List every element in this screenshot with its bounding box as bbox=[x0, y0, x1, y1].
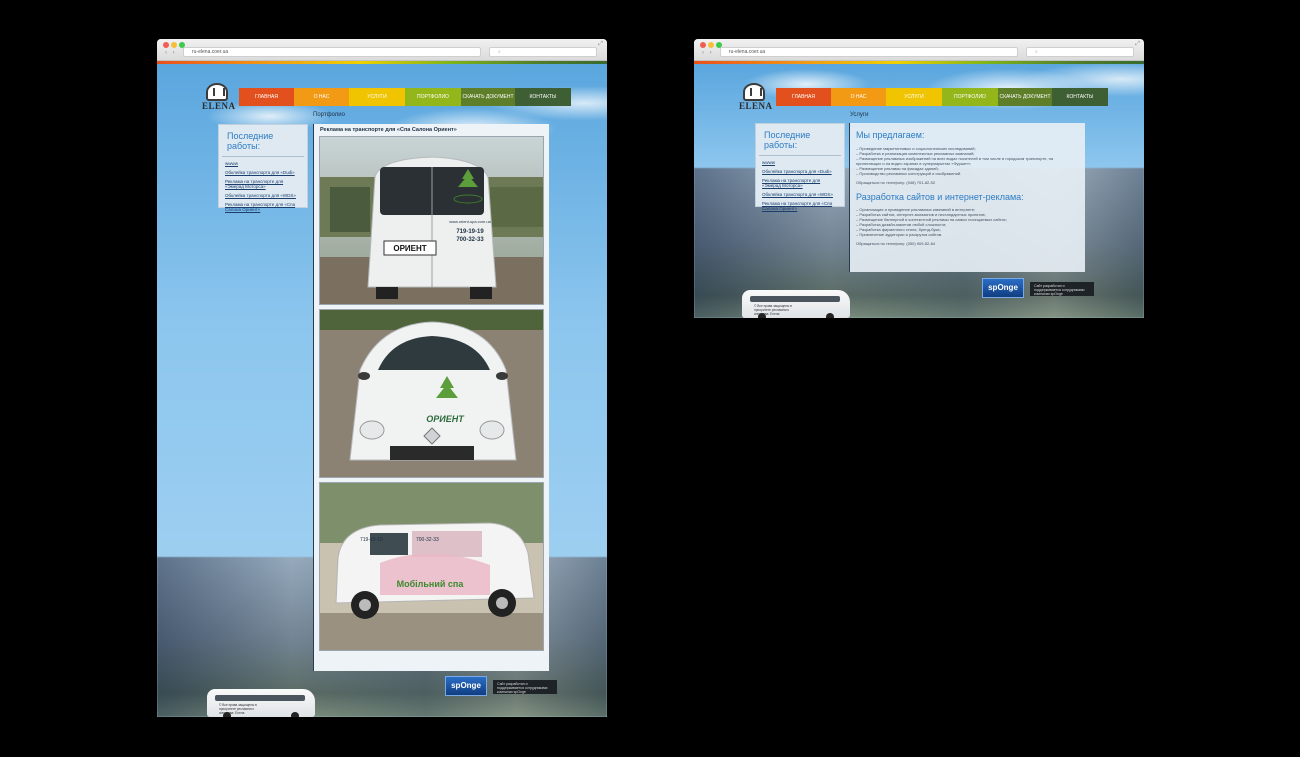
portfolio-content: Реклама на транспорте для «Спа Салона Ор… bbox=[313, 124, 549, 671]
browser-window-services: ‹ › ru-elena.coer.ua ⌕ ⤢ ELENA Главная О… bbox=[694, 39, 1144, 318]
sidebar-item[interactable]: wwww bbox=[762, 160, 838, 165]
article-title: Реклама на транспорте для «Спа Салона Ор… bbox=[320, 127, 457, 133]
sidebar-item[interactable]: Обклейка транспорта для «WDS» bbox=[762, 192, 838, 197]
sidebar-recent-works: Последние работы: wwww Обклейка транспор… bbox=[218, 124, 308, 212]
page-title: Услуги bbox=[850, 112, 869, 118]
sidebar-recent-works: Последние работы: wwww Обклейка транспор… bbox=[755, 123, 845, 211]
menu-item-contacts[interactable]: Контакты bbox=[515, 88, 571, 106]
sponge-logo[interactable]: spOnge bbox=[445, 676, 487, 696]
browser-window-portfolio: ‹ › ru-elena.coer.ua ⌕ ⤢ ELENA Главная О… bbox=[157, 39, 607, 717]
search-field[interactable]: ⌕ bbox=[489, 47, 597, 57]
menu-item-about[interactable]: О нас bbox=[294, 88, 349, 106]
menu-item-services[interactable]: Услуги bbox=[349, 88, 405, 106]
sidebar-item[interactable]: wwww bbox=[225, 161, 301, 166]
menu-item-portfolio[interactable]: Портфолио bbox=[405, 88, 461, 106]
phone-line-2: 700-32-33 bbox=[456, 237, 484, 243]
fullscreen-icon[interactable]: ⤢ bbox=[1135, 41, 1140, 48]
menu-item-contacts[interactable]: Контакты bbox=[1052, 88, 1108, 106]
menu-item-documents[interactable]: Скачать документ bbox=[998, 88, 1052, 106]
site-logo[interactable]: ELENA bbox=[739, 83, 773, 111]
sidebar-item[interactable]: Обклейка транспорта для «Dudi» bbox=[225, 170, 301, 175]
logo-text: ELENA bbox=[739, 101, 773, 111]
sidebar-item[interactable]: Обклейка транспорта для «Dudi» bbox=[762, 169, 838, 174]
developer-note: Сайт разработан и поддерживается сотрудн… bbox=[493, 680, 557, 694]
bus-illustration: © Все права защищены в приоритете реклам… bbox=[742, 290, 850, 318]
contact-phone: Обращаться по телефону: (050) 909-52-84 bbox=[856, 241, 936, 246]
search-field[interactable]: ⌕ bbox=[1026, 47, 1134, 57]
page-title: Портфолио bbox=[313, 112, 345, 118]
menu-item-documents[interactable]: Скачать документ bbox=[461, 88, 515, 106]
site-text: www.orient-spa.com.ua bbox=[449, 219, 491, 224]
copyright-text: © Все права защищены в приоритете реклам… bbox=[219, 703, 257, 715]
portfolio-photo-side[interactable]: 719-19-19 700-32-33 Мобільний спа bbox=[319, 482, 544, 651]
phone-line-1: 719-19-19 bbox=[456, 229, 484, 235]
section-heading: Мы предлагаем: bbox=[856, 130, 925, 140]
phone-line-2: 700-32-33 bbox=[416, 537, 439, 543]
browser-toolbar: ‹ › ru-elena.coer.ua ⌕ ⤢ bbox=[694, 39, 1144, 61]
site-logo[interactable]: ELENA bbox=[202, 83, 236, 111]
plate-text: ОРИЕНТ bbox=[393, 244, 426, 253]
minimize-window-button[interactable] bbox=[171, 42, 177, 48]
sidebar-title: Последние работы: bbox=[759, 124, 841, 156]
close-window-button[interactable] bbox=[700, 42, 706, 48]
sidebar-title: Последние работы: bbox=[222, 125, 304, 157]
logo-emblem-icon bbox=[206, 83, 228, 101]
address-bar[interactable]: ru-elena.coer.ua bbox=[720, 47, 1018, 57]
section-heading: Разработка сайтов и интернет-реклама: bbox=[856, 192, 1024, 202]
sidebar-item[interactable]: Реклама на транспорте для «Спа Салона Ор… bbox=[762, 201, 838, 211]
bus-illustration: © Все права защищены в приоритете реклам… bbox=[207, 689, 315, 717]
main-menu: Главная О нас Услуги Портфолио Скачать д… bbox=[239, 88, 571, 106]
copyright-text: © Все права защищены в приоритете реклам… bbox=[754, 304, 792, 316]
sidebar-item[interactable]: Реклама на транспорте для «Эмерад Моторс… bbox=[225, 179, 301, 189]
developer-note: Сайт разработан и поддерживается сотрудн… bbox=[1030, 282, 1094, 296]
sidebar-item[interactable]: Реклама на транспорте для «Спа Салона Ор… bbox=[225, 202, 301, 212]
browser-toolbar: ‹ › ru-elena.coer.ua ⌕ ⤢ bbox=[157, 39, 607, 61]
sidebar-item[interactable]: Обклейка транспорта для «WDS» bbox=[225, 193, 301, 198]
minimize-window-button[interactable] bbox=[708, 42, 714, 48]
address-bar[interactable]: ru-elena.coer.ua bbox=[183, 47, 481, 57]
menu-item-portfolio[interactable]: Портфолио bbox=[942, 88, 998, 106]
logo-text: ELENA bbox=[202, 101, 236, 111]
brand-text: ОРИЕНТ bbox=[426, 414, 465, 424]
services-content: Мы предлагаем: – Проведение маркетинговы… bbox=[849, 123, 1085, 272]
portfolio-photo-rear[interactable]: ОРИЕНТ 719-19-19 700-32-33 www.orient-sp… bbox=[319, 136, 544, 305]
menu-item-home[interactable]: Главная bbox=[239, 88, 294, 106]
menu-item-about[interactable]: О нас bbox=[831, 88, 886, 106]
close-window-button[interactable] bbox=[163, 42, 169, 48]
portfolio-photo-front[interactable]: ОРИЕНТ bbox=[319, 309, 544, 478]
back-forward-icon[interactable]: ‹ › bbox=[702, 50, 714, 56]
logo-emblem-icon bbox=[743, 83, 765, 101]
sidebar-item[interactable]: Реклама на транспорте для «Эмерад Моторс… bbox=[762, 178, 838, 188]
menu-item-services[interactable]: Услуги bbox=[886, 88, 942, 106]
phone-line-1: 719-19-19 bbox=[360, 537, 383, 543]
sponge-logo[interactable]: spOnge bbox=[982, 278, 1024, 298]
menu-item-home[interactable]: Главная bbox=[776, 88, 831, 106]
main-menu: Главная О нас Услуги Портфолио Скачать д… bbox=[776, 88, 1108, 106]
back-forward-icon[interactable]: ‹ › bbox=[165, 50, 177, 56]
slogan-text: Мобільний спа bbox=[397, 579, 465, 589]
fullscreen-icon[interactable]: ⤢ bbox=[598, 41, 603, 48]
